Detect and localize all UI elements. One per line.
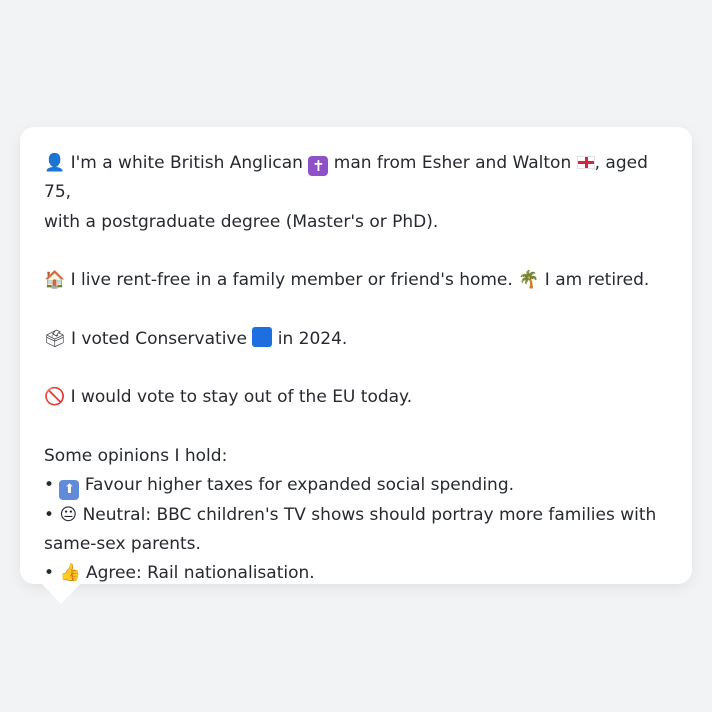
bullet: • xyxy=(44,563,55,584)
opinion-text: Favour higher taxes for expanded social … xyxy=(79,475,515,496)
bullet: • xyxy=(44,475,55,496)
opinion-item: • ⬆ Favour higher taxes for expanded soc… xyxy=(44,471,668,501)
opinion-item: • 😐 Neutral: BBC children's TV shows sho… xyxy=(44,501,668,530)
vote-paragraph: 🗳 I voted Conservative in 2024. xyxy=(44,325,668,354)
work-text: I am retired. xyxy=(539,270,650,291)
opinion-text: Agree: Rail nationalisation. xyxy=(80,563,315,584)
persona-card: 👤 I'm a white British Anglican ✝ man fro… xyxy=(20,127,692,584)
opinions-section: Some opinions I hold: • ⬆ Favour higher … xyxy=(44,442,668,588)
vote-text-a: I voted Conservative xyxy=(65,328,253,349)
opinion-text-continued: same-sex parents. xyxy=(44,533,201,554)
neutral-face-icon: 😐 xyxy=(59,504,78,525)
opinion-text: Neutral: BBC children's TV shows should … xyxy=(77,504,657,525)
opinion-item: • 👍 Agree: Rail nationalisation. xyxy=(44,559,668,588)
bullet: • xyxy=(44,504,55,525)
housing-paragraph: 🏠 I live rent-free in a family member or… xyxy=(44,266,668,295)
latin-cross-icon: ✝ xyxy=(308,156,329,176)
identity-text-a: I'm a white British Anglican xyxy=(65,153,309,173)
identity-line-1: 👤 I'm a white British Anglican ✝ man fro… xyxy=(44,149,668,208)
house-icon: 🏠 xyxy=(44,270,66,291)
opinions-heading: Some opinions I hold: xyxy=(44,445,228,466)
england-flag-icon xyxy=(576,156,595,169)
prohibited-icon: 🚫 xyxy=(44,387,66,408)
blue-square-icon xyxy=(252,326,273,347)
vote-text-b: in 2024. xyxy=(272,328,348,349)
person-icon: 👤 xyxy=(44,153,66,173)
eu-text: I would vote to stay out of the EU today… xyxy=(65,387,413,408)
identity-line-2: with a postgraduate degree (Master's or … xyxy=(44,211,439,232)
housing-text: I live rent-free in a family member or f… xyxy=(65,270,519,291)
identity-text-b: man from Esher and Walton xyxy=(328,153,577,173)
palm-tree-icon: 🌴 xyxy=(518,270,540,291)
speech-bubble-tail xyxy=(42,584,80,604)
eu-paragraph: 🚫 I would vote to stay out of the EU tod… xyxy=(44,383,668,412)
up-arrow-icon: ⬆ xyxy=(59,480,80,501)
thumbs-up-icon: 👍 xyxy=(59,563,81,584)
identity-paragraph: 👤 I'm a white British Anglican ✝ man fro… xyxy=(44,149,668,237)
ballot-box-icon: 🗳 xyxy=(44,328,66,349)
